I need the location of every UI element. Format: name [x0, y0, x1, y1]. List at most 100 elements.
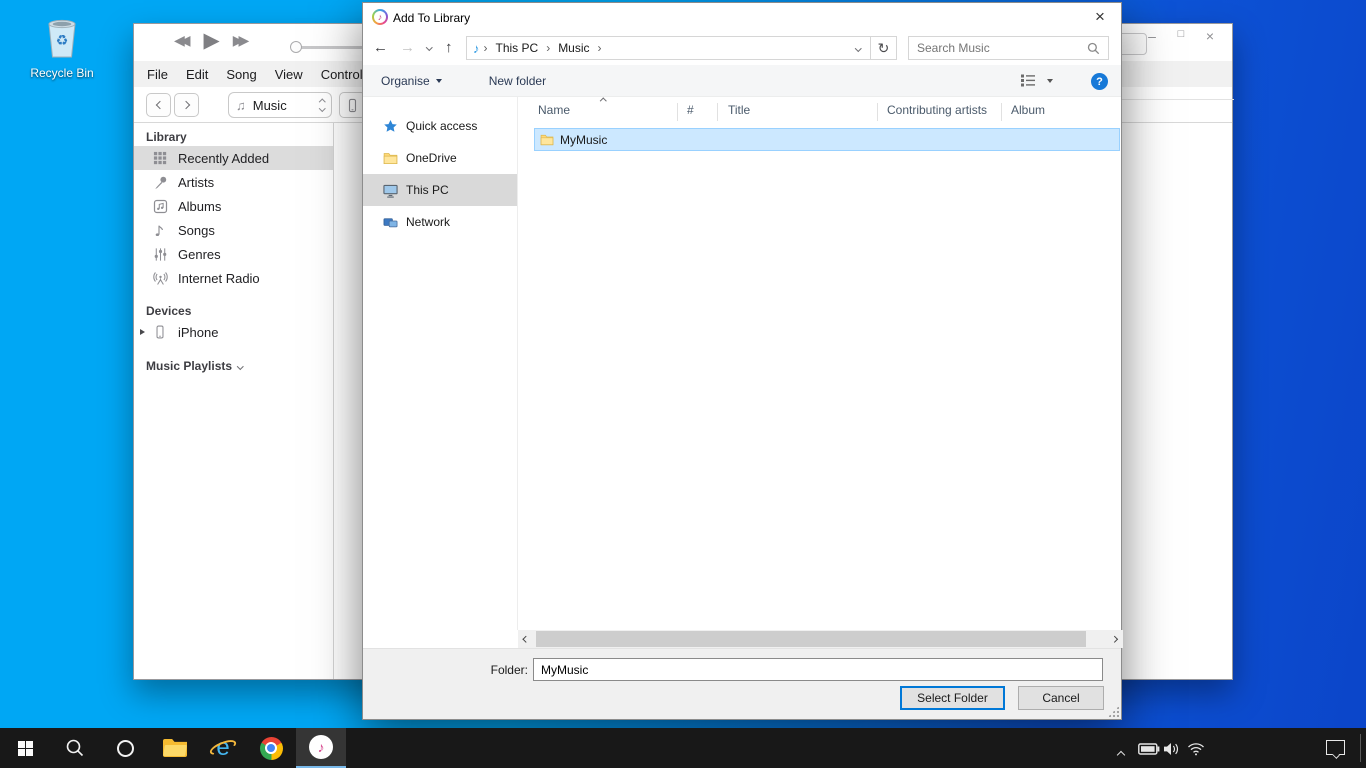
nav-item-onedrive[interactable]: OneDrive: [363, 142, 517, 174]
rewind-icon[interactable]: ◀◀: [174, 32, 191, 49]
sidebar-item-albums[interactable]: Albums: [134, 194, 333, 218]
dialog-nav-pane: Quick access OneDrive This PC Network: [363, 97, 517, 630]
action-center-button[interactable]: [1326, 740, 1345, 755]
breadcrumb-separator: ›: [482, 41, 490, 55]
taskbar-search-button[interactable]: [50, 728, 100, 768]
nav-item-label: Network: [406, 215, 450, 229]
sidebar-item-label: Albums: [178, 199, 221, 214]
album-icon: [152, 199, 168, 214]
scroll-right-arrow-icon[interactable]: [1106, 630, 1123, 648]
breadcrumb-this-pc[interactable]: This PC: [490, 41, 545, 55]
start-button[interactable]: [0, 728, 50, 768]
nav-item-quick-access[interactable]: Quick access: [363, 110, 517, 142]
itunes-back-button[interactable]: [146, 93, 171, 117]
folder-icon: [540, 133, 554, 147]
refresh-icon[interactable]: ↻: [870, 37, 896, 59]
volume-slider[interactable]: [294, 46, 364, 49]
file-explorer-button[interactable]: [150, 728, 200, 768]
wifi-icon[interactable]: [1187, 742, 1205, 761]
address-dropdown-chevron-icon[interactable]: [846, 46, 870, 51]
show-desktop-button[interactable]: [1360, 734, 1361, 762]
network-icon: [383, 215, 398, 230]
forward-button[interactable]: →: [400, 40, 415, 56]
play-icon[interactable]: ▶: [204, 28, 220, 53]
itunes-forward-button[interactable]: [174, 93, 199, 117]
sidebar-item-iphone[interactable]: iPhone: [134, 320, 333, 344]
scroll-left-arrow-icon[interactable]: [518, 630, 535, 648]
menu-view[interactable]: View: [275, 67, 303, 82]
organise-label: Organise: [381, 74, 430, 88]
itunes-icon: ♪: [309, 735, 333, 759]
scrollbar-thumb[interactable]: [536, 631, 1086, 647]
music-note-icon: ♫: [236, 98, 246, 113]
cortana-icon: [117, 740, 134, 757]
view-options-caret-icon[interactable]: [1047, 79, 1053, 83]
folder-name-input[interactable]: [533, 658, 1103, 681]
recycle-bin-desktop-icon[interactable]: ♻ Recycle Bin: [26, 14, 98, 80]
volume-slider-knob[interactable]: [290, 41, 302, 53]
fast-forward-icon[interactable]: ▶▶: [233, 32, 250, 49]
resize-grip[interactable]: [1108, 706, 1119, 717]
dialog-titlebar[interactable]: ♪ Add To Library ×: [363, 3, 1121, 31]
help-button[interactable]: ?: [1091, 73, 1108, 90]
itunes-maximize-button[interactable]: □: [1171, 28, 1191, 44]
column-resize-handle[interactable]: [717, 103, 718, 121]
grid-icon: [152, 151, 168, 165]
chrome-button[interactable]: [246, 728, 296, 768]
select-folder-button[interactable]: Select Folder: [900, 686, 1005, 710]
horizontal-scrollbar[interactable]: [518, 630, 1123, 648]
menu-song[interactable]: Song: [226, 67, 256, 82]
media-picker-dropdown[interactable]: ♫ Music: [228, 92, 332, 118]
recent-locations-chevron-icon[interactable]: [426, 44, 432, 50]
column-resize-handle[interactable]: [677, 103, 678, 121]
column-resize-handle[interactable]: [1001, 103, 1002, 121]
dialog-footer: Folder: Select Folder Cancel: [363, 648, 1121, 719]
note-icon: [152, 223, 168, 238]
sidebar-library-header: Library: [134, 128, 333, 146]
dialog-close-button[interactable]: ×: [1085, 5, 1115, 29]
sliders-icon: [152, 247, 168, 262]
folder-field-label: Folder:: [453, 663, 528, 677]
column-title[interactable]: Title: [728, 103, 750, 117]
iphone-icon: [345, 98, 360, 113]
cortana-button[interactable]: [100, 728, 150, 768]
organise-button[interactable]: Organise: [381, 74, 442, 88]
breadcrumb-music[interactable]: Music: [552, 41, 595, 55]
menu-edit[interactable]: Edit: [186, 67, 208, 82]
show-hidden-icons-button[interactable]: [1118, 745, 1124, 763]
sidebar-item-internet-radio[interactable]: Internet Radio: [134, 266, 333, 290]
column-name[interactable]: Name: [538, 103, 570, 117]
battery-icon[interactable]: [1138, 742, 1160, 760]
back-button[interactable]: ←: [373, 40, 388, 56]
expand-arrow-icon[interactable]: [140, 329, 145, 335]
itunes-close-button[interactable]: ×: [1200, 28, 1220, 44]
search-input[interactable]: [909, 41, 1087, 55]
search-icon[interactable]: [1087, 42, 1108, 55]
view-options-icon[interactable]: [1021, 74, 1038, 87]
nav-item-this-pc[interactable]: This PC: [363, 174, 517, 206]
file-row-mymusic[interactable]: MyMusic: [534, 128, 1120, 151]
sidebar-item-genres[interactable]: Genres: [134, 242, 333, 266]
up-button[interactable]: ↑: [445, 40, 453, 56]
folder-icon: [383, 151, 398, 166]
address-bar[interactable]: ♪ › This PC › Music › ↻: [466, 36, 897, 60]
itunes-taskbar-button[interactable]: ♪: [296, 728, 346, 768]
column-contributing-artists[interactable]: Contributing artists: [887, 103, 987, 117]
column-album[interactable]: Album: [1011, 103, 1045, 117]
itunes-minimize-button[interactable]: –: [1142, 28, 1162, 44]
sidebar-item-recently-added[interactable]: Recently Added: [134, 146, 333, 170]
sidebar-item-artists[interactable]: Artists: [134, 170, 333, 194]
internet-explorer-icon: e: [209, 735, 237, 761]
sidebar-item-songs[interactable]: Songs: [134, 218, 333, 242]
internet-explorer-button[interactable]: e: [198, 728, 248, 768]
column-resize-handle[interactable]: [877, 103, 878, 121]
sidebar-item-label: Genres: [178, 247, 221, 262]
menu-file[interactable]: File: [147, 67, 168, 82]
volume-icon[interactable]: [1163, 742, 1181, 761]
sort-ascending-icon: [600, 98, 606, 104]
nav-item-network[interactable]: Network: [363, 206, 517, 238]
sidebar-playlists-header[interactable]: Music Playlists: [134, 357, 333, 375]
new-folder-button[interactable]: New folder: [489, 74, 546, 88]
column-number[interactable]: #: [687, 103, 694, 117]
cancel-button[interactable]: Cancel: [1018, 686, 1104, 710]
